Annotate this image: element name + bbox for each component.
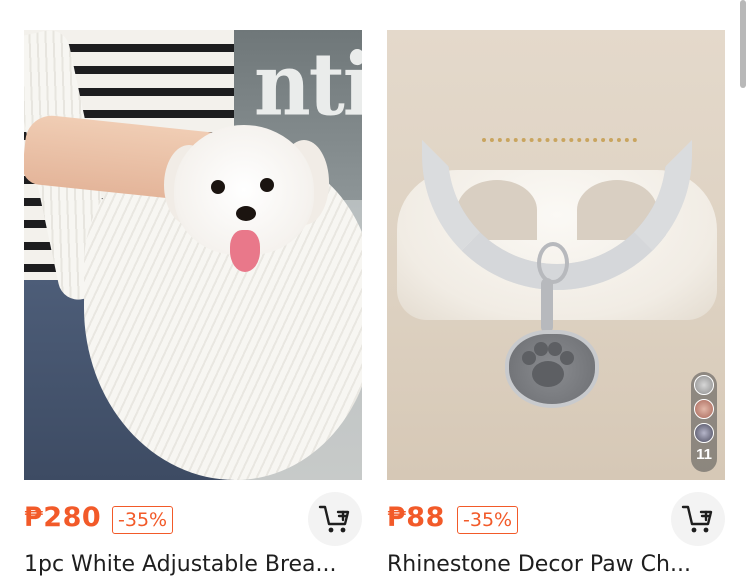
paw-pendant xyxy=(505,330,599,408)
product-image[interactable]: ntic xyxy=(24,30,362,480)
color-swatch[interactable] xyxy=(694,375,714,395)
scrollbar[interactable] xyxy=(740,0,746,88)
product-grid: ntic ₱280 -35% xyxy=(0,0,750,581)
dog-eye xyxy=(211,180,225,194)
product-title[interactable]: 1pc White Adjustable Brea... xyxy=(24,552,362,577)
dog-nose xyxy=(236,206,256,221)
paw-icon xyxy=(522,342,574,387)
product-title[interactable]: Rhinestone Decor Paw Ch... xyxy=(387,552,725,577)
color-swatch[interactable] xyxy=(694,423,714,443)
collar-ring xyxy=(537,242,569,284)
color-swatch[interactable] xyxy=(694,399,714,419)
price-row: ₱88 -35% xyxy=(387,492,725,546)
pendant-link xyxy=(541,278,553,333)
price: ₱88 xyxy=(387,502,445,533)
variant-count: 11 xyxy=(696,446,712,463)
product-card[interactable]: 11 ₱88 -35% Rhinestone Decor Paw Ch... xyxy=(387,30,725,577)
discount-badge: -35% xyxy=(112,506,174,534)
product-image[interactable]: 11 xyxy=(387,30,725,480)
dog-tongue xyxy=(230,230,260,272)
add-to-cart-button[interactable] xyxy=(671,492,725,546)
dog-eye xyxy=(260,178,274,192)
cart-add-icon xyxy=(681,505,713,533)
product-card[interactable]: ntic ₱280 -35% xyxy=(24,30,362,577)
background-sign-text: ntic xyxy=(254,35,362,136)
cart-add-icon xyxy=(318,505,350,533)
color-variants[interactable]: 11 xyxy=(691,372,717,472)
add-to-cart-button[interactable] xyxy=(308,492,362,546)
discount-badge: -35% xyxy=(457,506,519,534)
price: ₱280 xyxy=(24,502,102,533)
price-row: ₱280 -35% xyxy=(24,492,362,546)
